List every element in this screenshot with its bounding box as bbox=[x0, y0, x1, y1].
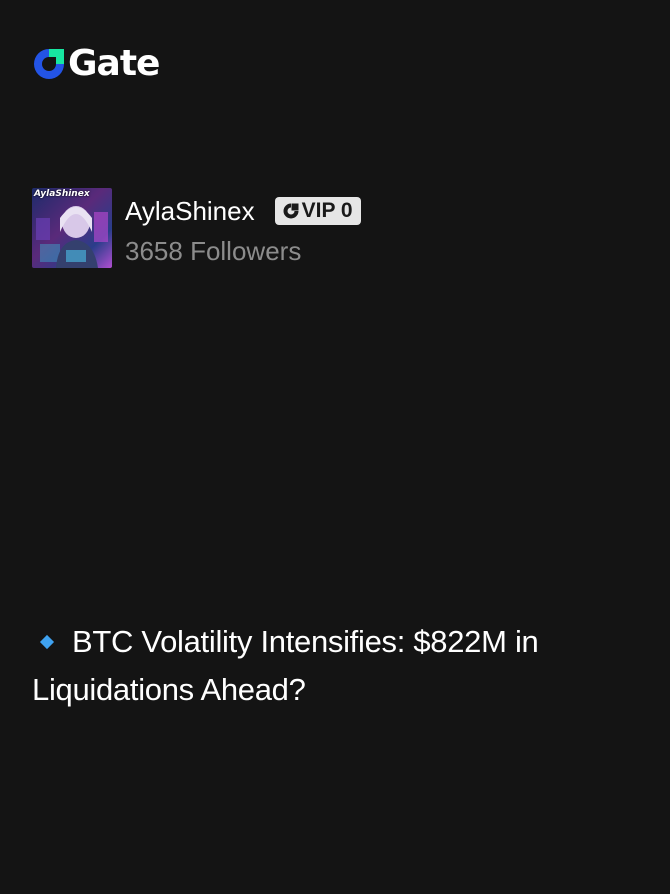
post-headline[interactable]: BTC Volatility Intensifies: $822M in Liq… bbox=[32, 618, 632, 714]
avatar-tag: AylaShinex bbox=[34, 189, 90, 199]
share-card: Gate AylaShinex AylaShinex VIP 0 3658 Fo… bbox=[0, 0, 670, 894]
username[interactable]: AylaShinex bbox=[125, 196, 255, 226]
brand-name: Gate bbox=[68, 43, 160, 84]
gate-logo-icon bbox=[34, 49, 64, 79]
avatar[interactable]: AylaShinex bbox=[32, 188, 112, 268]
blue-diamond-icon bbox=[39, 634, 55, 649]
avatar-illustration bbox=[36, 206, 108, 268]
author-profile[interactable]: AylaShinex AylaShinex VIP 0 3658 Followe… bbox=[32, 188, 361, 268]
profile-info: AylaShinex VIP 0 3658 Followers bbox=[125, 188, 361, 266]
followers-count: 3658 Followers bbox=[125, 236, 302, 266]
gate-logo[interactable]: Gate bbox=[32, 43, 160, 84]
gate-badge-icon bbox=[283, 203, 299, 219]
headline-text: BTC Volatility Intensifies: $822M in Liq… bbox=[32, 624, 539, 707]
vip-badge: VIP 0 bbox=[274, 197, 361, 225]
name-row: AylaShinex VIP 0 bbox=[125, 196, 361, 226]
vip-label: VIP 0 bbox=[301, 199, 353, 222]
